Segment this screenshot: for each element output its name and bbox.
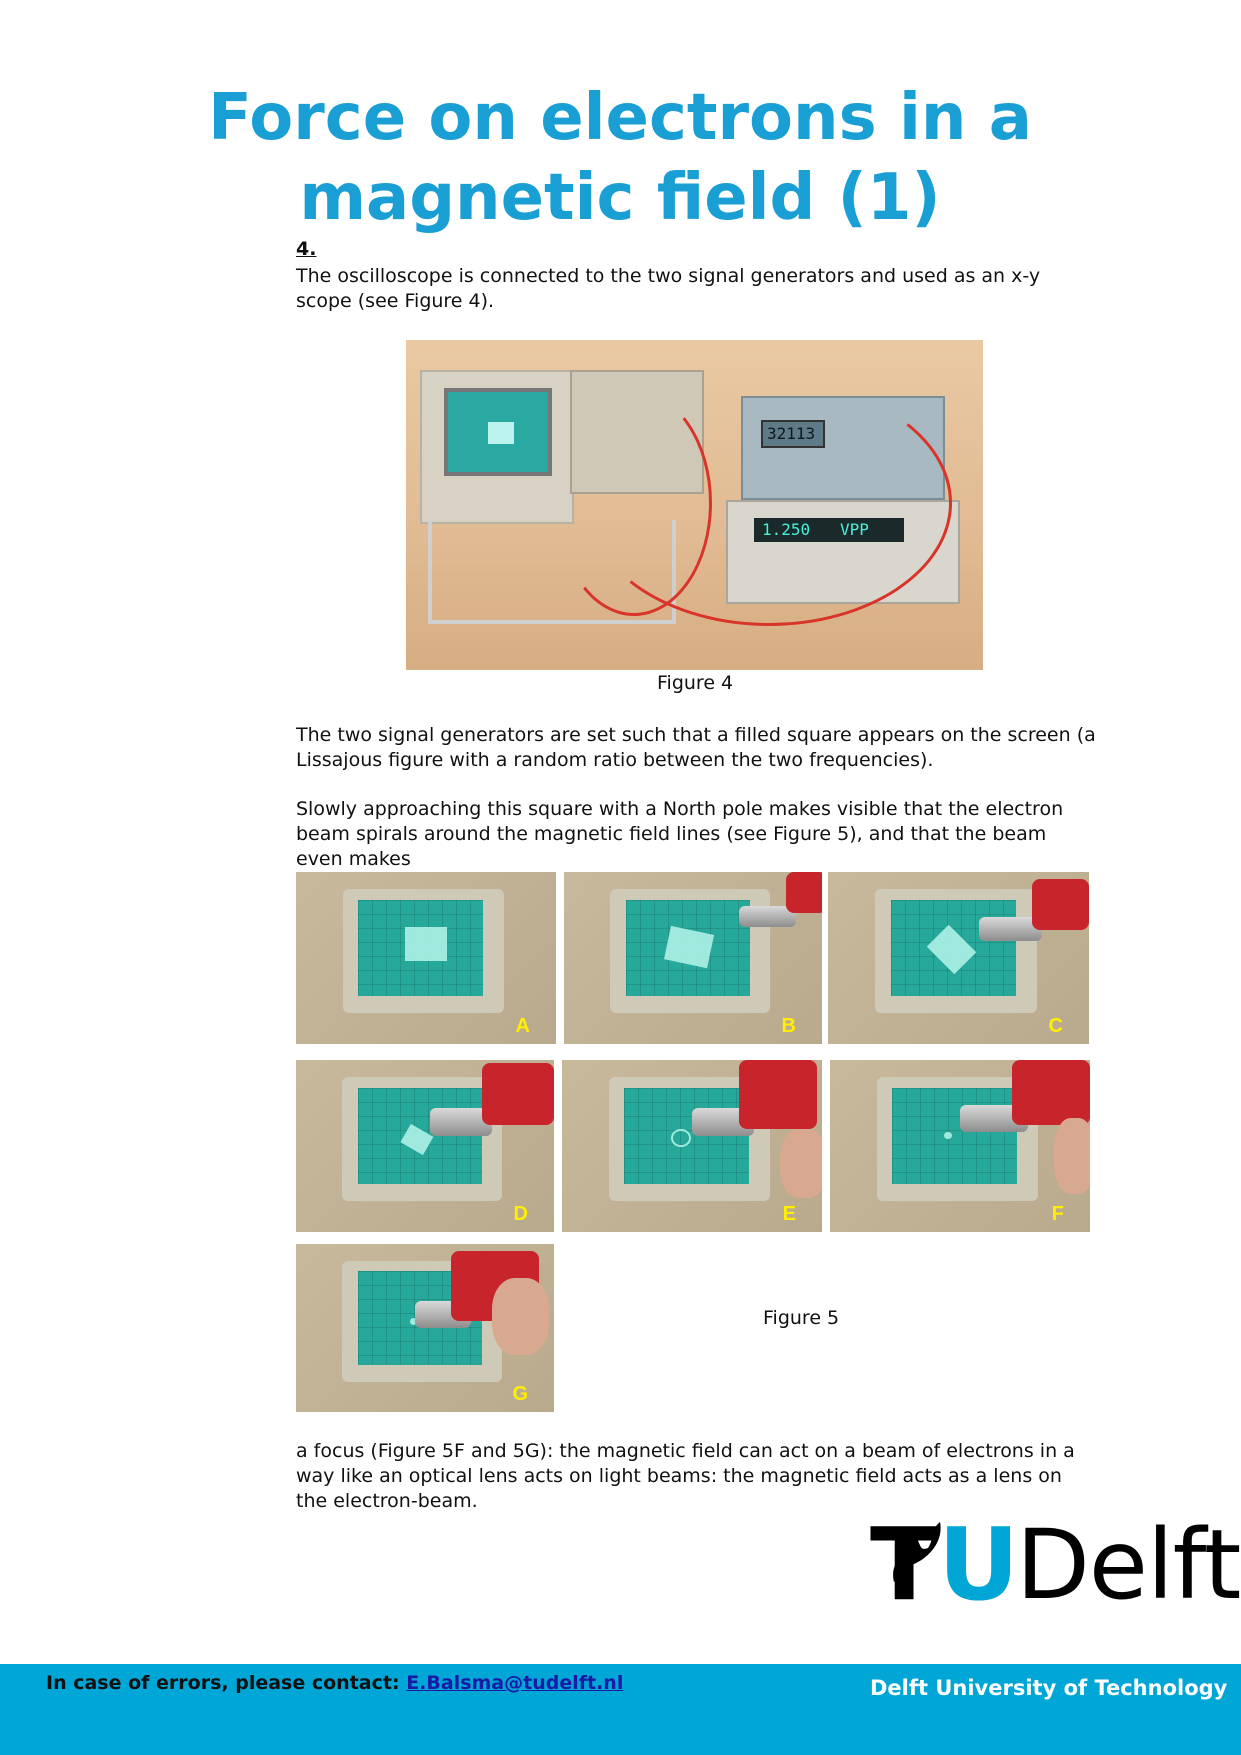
- contact-email-link[interactable]: E.Balsma@tudelft.nl: [406, 1672, 623, 1694]
- lissajous-square: [488, 422, 514, 444]
- logo-u: U: [938, 1506, 1020, 1623]
- tile-g-hand: [492, 1277, 549, 1355]
- oscilloscope: [420, 370, 574, 524]
- paragraph-intro: The oscilloscope is connected to the two…: [296, 265, 1041, 312]
- figure-5-tile-a: A: [296, 872, 556, 1044]
- logo-t: T: [870, 1506, 939, 1623]
- figure-4-caption: Figure 4: [657, 672, 734, 694]
- tile-e-magnet: [738, 1060, 817, 1129]
- tile-a-label: A: [515, 1015, 530, 1037]
- paragraph-square: The two signal generators are set such t…: [296, 724, 1096, 771]
- tile-g-label: G: [512, 1383, 528, 1405]
- tile-e-label: E: [782, 1203, 796, 1225]
- university-name: Delft University of Technology: [870, 1676, 1228, 1700]
- contact-label: In case of errors, please contact:: [46, 1672, 400, 1694]
- figure-5-tile-g: G: [296, 1244, 554, 1412]
- figure-5-caption: Figure 5: [763, 1307, 840, 1329]
- paragraph-north-pole: Slowly approaching this square with a No…: [296, 798, 1064, 870]
- figure-5-tile-e: E: [562, 1060, 822, 1232]
- contact-line: In case of errors, please contact: E.Bal…: [46, 1672, 623, 1694]
- figure-5-tile-d: D: [296, 1060, 554, 1232]
- figure-4-photo: 32113 1.250 VPP: [406, 340, 983, 670]
- figure-5-tile-f: F: [830, 1060, 1090, 1232]
- tile-f-hand: [1053, 1118, 1090, 1195]
- tile-b-label: B: [781, 1015, 796, 1037]
- tile-e-beam: [671, 1128, 691, 1147]
- tile-d-magnet: [481, 1063, 554, 1126]
- tile-c-magnet: [1031, 878, 1089, 931]
- tile-d-label: D: [513, 1203, 528, 1225]
- tile-a-beam: [405, 927, 447, 962]
- page-title: Force on electrons in a magnetic field (…: [120, 78, 1120, 238]
- page-title-line-2: magnetic field (1): [299, 161, 941, 235]
- paragraph-focus: a focus (Figure 5F and 5G): the magnetic…: [296, 1440, 1075, 1512]
- step-number: 4.: [296, 238, 317, 260]
- cable-red-2: [586, 380, 952, 626]
- page-title-line-1: Force on electrons in a: [208, 81, 1032, 155]
- figure-5-tile-b: B: [564, 872, 822, 1044]
- tile-b-magnet: [785, 872, 822, 914]
- tu-delft-logo: T U Delft: [866, 1506, 1241, 1655]
- figure-5-tile-c: C: [828, 872, 1089, 1044]
- tile-f-label: F: [1051, 1203, 1064, 1225]
- tile-f-screen: [892, 1087, 1018, 1184]
- tile-e-hand: [780, 1128, 822, 1198]
- tile-c-label: C: [1048, 1015, 1063, 1037]
- tile-f-magnet: [1012, 1060, 1090, 1126]
- logo-delft: Delft: [1016, 1509, 1241, 1621]
- oscilloscope-screen: [444, 388, 552, 476]
